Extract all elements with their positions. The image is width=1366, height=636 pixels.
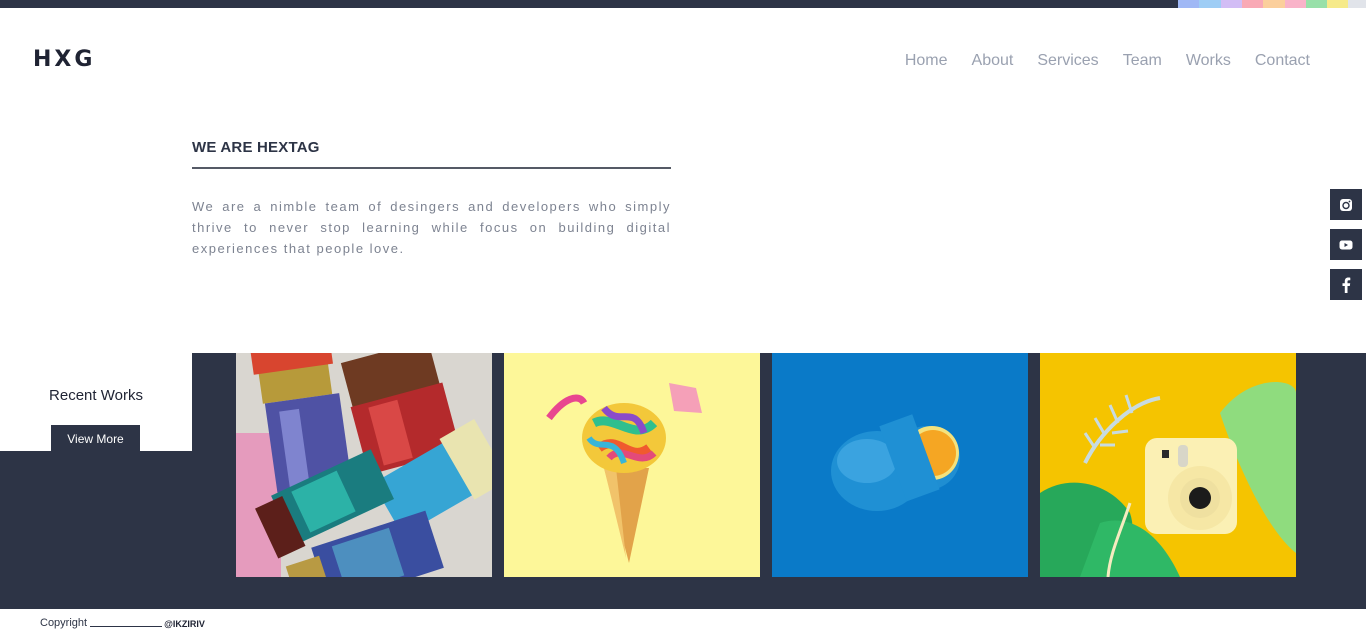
facebook-button[interactable] [1330,269,1362,300]
nav-team[interactable]: Team [1123,52,1162,70]
copyright-text: Copyright [40,617,88,629]
logo[interactable]: HXG [33,47,95,72]
works-gallery [236,353,1296,577]
color-swatch [1327,0,1348,8]
color-swatch [1178,0,1199,8]
confetti-cone-image [504,353,760,577]
color-swatch [1348,0,1366,8]
main-nav: Home About Services Team Works Contact [905,52,1310,70]
color-swatch [1306,0,1327,8]
view-more-button[interactable]: View More [51,425,140,452]
nav-services[interactable]: Services [1037,52,1098,70]
color-swatch [1285,0,1306,8]
nav-contact[interactable]: Contact [1255,52,1310,70]
instagram-icon [1340,198,1352,211]
about-title: WE ARE HEXTAG [192,139,671,169]
work-item-blue-orange[interactable] [772,353,1028,577]
social-links [1330,189,1362,300]
instagram-button[interactable] [1330,189,1362,220]
color-swatch [1199,0,1221,8]
work-item-instant-camera[interactable] [1040,353,1296,577]
footer-handle[interactable]: @IKZIRIV [164,619,205,629]
work-item-confetti-cone[interactable] [504,353,760,577]
youtube-icon [1339,240,1353,249]
nav-about[interactable]: About [972,52,1014,70]
top-color-bar [0,0,1366,8]
about-section: WE ARE HEXTAG We are a nimble team of de… [192,139,671,259]
recent-works-title: Recent Works [49,387,143,404]
nav-home[interactable]: Home [905,52,948,70]
color-swatch [1221,0,1242,8]
footer-divider-line [90,626,163,627]
nav-works[interactable]: Works [1186,52,1231,70]
blue-orange-image [772,353,1028,577]
youtube-button[interactable] [1330,229,1362,260]
color-swatch [1263,0,1285,8]
color-swatch [1242,0,1263,8]
works-band-left [0,451,192,609]
footer: Copyright @IKZIRIV [40,617,205,629]
about-body: We are a nimble team of desingers and de… [192,199,671,256]
instant-camera-image [1040,353,1296,577]
paint-brushes-image [236,353,492,577]
facebook-icon [1342,277,1351,293]
work-item-paint-brushes[interactable] [236,353,492,577]
